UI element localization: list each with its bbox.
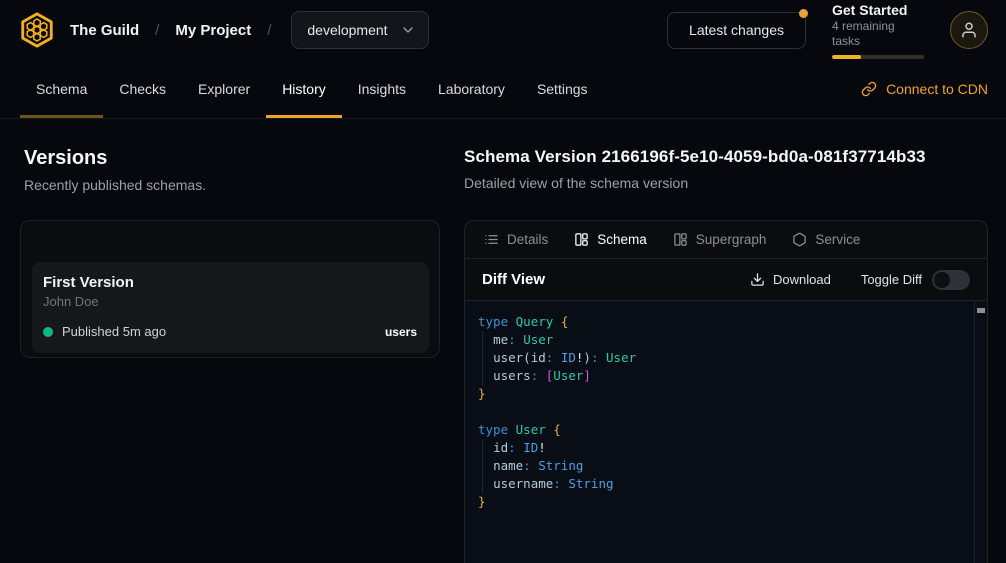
tab-supergraph[interactable]: Supergraph	[673, 232, 767, 247]
header-actions: Latest changes Get Started 4 remaining t…	[667, 2, 988, 59]
versions-list: First Version John Doe Published 5m ago …	[20, 220, 440, 358]
service-badge: users	[385, 325, 417, 339]
versions-panel: Versions Recently published schemas. Fir…	[20, 147, 440, 563]
chevron-down-icon	[400, 22, 416, 38]
code-line	[478, 403, 961, 421]
code-line: users: [User]	[478, 367, 961, 385]
diff-view-toolbar: Diff View Download Toggle Diff	[465, 259, 987, 301]
toggle-diff-control: Toggle Diff	[861, 270, 970, 290]
guild-logo[interactable]	[18, 11, 56, 49]
versions-title: Versions	[20, 147, 440, 170]
code-line: username: String	[478, 475, 961, 493]
diff-view-title: Diff View	[482, 271, 545, 288]
user-avatar-button[interactable]	[950, 11, 988, 49]
latest-changes-label: Latest changes	[689, 22, 784, 38]
app-header: The Guild / My Project / development Lat…	[0, 0, 1006, 60]
list-icon	[484, 232, 499, 247]
code-line: me: User	[478, 331, 961, 349]
code-line: user(id: ID!): User	[478, 349, 961, 367]
code-line: }	[478, 385, 961, 403]
schema-code-viewer: type Query { me: User user(id: ID!): Use…	[465, 301, 987, 563]
nav-tab-checks[interactable]: Checks	[103, 60, 182, 118]
code-content: type Query { me: User user(id: ID!): Use…	[478, 313, 961, 511]
user-icon	[960, 21, 978, 39]
get-started-widget[interactable]: Get Started 4 remaining tasks	[832, 2, 924, 59]
versions-subtitle: Recently published schemas.	[20, 177, 440, 193]
link-icon	[861, 81, 877, 97]
connect-to-cdn-button[interactable]: Connect to CDN	[861, 60, 988, 118]
panels-icon	[574, 232, 589, 247]
version-name: First Version	[43, 274, 417, 291]
tab-supergraph-label: Supergraph	[696, 232, 767, 247]
target-selector[interactable]: development	[291, 11, 428, 49]
nav-tab-history[interactable]: History	[266, 60, 342, 118]
published-status-dot	[43, 327, 53, 337]
target-selector-value: development	[307, 22, 387, 38]
tab-service[interactable]: Service	[792, 232, 860, 247]
get-started-remaining-tasks: 4 remaining tasks	[832, 19, 924, 49]
nav-tab-explorer[interactable]: Explorer	[182, 60, 266, 118]
code-line: type Query {	[478, 313, 961, 331]
toggle-diff-label: Toggle Diff	[861, 272, 922, 287]
schema-version-detail: Schema Version 2166196f-5e10-4059-bd0a-0…	[464, 147, 988, 563]
schema-version-subtitle: Detailed view of the schema version	[464, 175, 988, 191]
nav-tab-laboratory[interactable]: Laboratory	[422, 60, 521, 118]
version-author: John Doe	[43, 294, 417, 309]
download-button[interactable]: Download	[750, 272, 831, 287]
target-navigation: Schema Checks Explorer History Insights …	[0, 60, 1006, 119]
latest-changes-button[interactable]: Latest changes	[667, 12, 806, 49]
get-started-progress-fill	[832, 55, 861, 59]
panels-icon	[673, 232, 688, 247]
code-line: id: ID!	[478, 439, 961, 457]
nav-tabs: Schema Checks Explorer History Insights …	[20, 60, 604, 118]
code-line: }	[478, 493, 961, 511]
code-vertical-scrollbar[interactable]	[974, 301, 987, 563]
hive-hexagon-logo-icon	[18, 11, 56, 49]
schema-version-card: Details Schema Supergraph	[464, 220, 988, 563]
nav-tab-insights[interactable]: Insights	[342, 60, 422, 118]
version-meta-row: Published 5m ago users	[43, 324, 417, 339]
toggle-diff-knob	[934, 272, 950, 288]
version-published-time: Published 5m ago	[62, 324, 166, 339]
download-label: Download	[773, 272, 831, 287]
breadcrumb-project[interactable]: My Project	[175, 22, 251, 39]
tab-schema[interactable]: Schema	[574, 232, 647, 247]
breadcrumb-org[interactable]: The Guild	[70, 22, 139, 39]
get-started-progress-bar	[832, 55, 924, 59]
breadcrumb-separator: /	[265, 22, 273, 39]
tab-details-label: Details	[507, 232, 548, 247]
tab-details[interactable]: Details	[484, 232, 548, 247]
diff-view-actions: Download Toggle Diff	[750, 270, 970, 290]
breadcrumb-separator: /	[153, 22, 161, 39]
connect-to-cdn-label: Connect to CDN	[886, 81, 988, 97]
download-icon	[750, 272, 765, 287]
schema-version-title: Schema Version 2166196f-5e10-4059-bd0a-0…	[464, 147, 988, 167]
version-list-item[interactable]: First Version John Doe Published 5m ago …	[32, 262, 429, 353]
breadcrumb: The Guild / My Project / development	[18, 11, 429, 49]
notification-dot	[799, 9, 808, 18]
tab-schema-label: Schema	[597, 232, 647, 247]
detail-tabs: Details Schema Supergraph	[465, 221, 987, 259]
nav-tab-schema[interactable]: Schema	[20, 60, 103, 118]
get-started-title: Get Started	[832, 2, 924, 18]
toggle-diff-switch[interactable]	[932, 270, 970, 290]
code-line: name: String	[478, 457, 961, 475]
tab-service-label: Service	[815, 232, 860, 247]
scrollbar-thumb[interactable]	[977, 308, 985, 313]
nav-tab-settings[interactable]: Settings	[521, 60, 604, 118]
box-icon	[792, 232, 807, 247]
code-line: type User {	[478, 421, 961, 439]
main-content: Versions Recently published schemas. Fir…	[0, 119, 1006, 563]
